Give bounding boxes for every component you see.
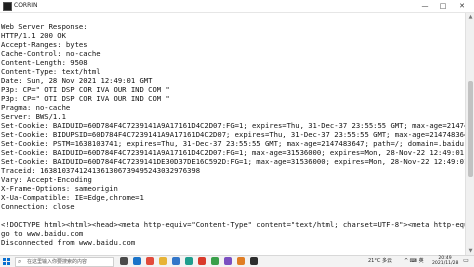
console-line: Set-Cookie: BAIDUID=60D784F4C7239141A9A1… — [1, 148, 465, 157]
app-icon-dark[interactable] — [250, 257, 258, 265]
weather-widget[interactable]: 21°C 多云 — [368, 256, 392, 266]
console-line: go to www.baidu.com — [1, 229, 84, 238]
console-line: Pragma: no-cache — [1, 103, 71, 112]
taskbar: ⌕ 在这里输入你要搜索的内容 21°C 多云 ^ ⌨ 英 20:49 2021/… — [0, 255, 474, 267]
scroll-up-arrow-icon[interactable]: ▲ — [466, 13, 474, 21]
console-line: Server: BWS/1.1 — [1, 112, 66, 121]
system-tray[interactable]: ^ ⌨ 英 — [404, 256, 424, 266]
console-line: Cache-Control: no-cache — [1, 49, 101, 58]
console-app-icon — [3, 2, 12, 11]
chrome-icon[interactable] — [146, 257, 154, 265]
notification-icon[interactable]: ▭ — [462, 257, 470, 265]
edge-icon[interactable] — [133, 257, 141, 265]
console-line: Accept-Ranges: bytes — [1, 40, 88, 49]
console-line: P3p: CP=" OTI DSP COR IVA OUR IND COM " — [1, 94, 170, 103]
task-view-icon[interactable] — [120, 257, 128, 265]
clock-date: 2021/11/28 — [432, 261, 459, 266]
console-line: Date: Sun, 28 Nov 2021 12:49:01 GMT — [1, 76, 153, 85]
console-line: Set-Cookie: BIDUPSID=60D784F4C7239141A9A… — [1, 130, 465, 139]
search-icon: ⌕ — [18, 258, 22, 265]
scrollbar-thumb[interactable] — [468, 80, 473, 177]
console-line: Content-Type: text/html — [1, 67, 101, 76]
console-line: Set-Cookie: BAIDUID=60D784F4C7239141DE30… — [1, 157, 465, 166]
app-icon-red[interactable] — [198, 257, 206, 265]
console-line: HTTP/1.1 200 OK — [1, 31, 66, 40]
windows-start-icon[interactable] — [3, 258, 11, 265]
console-line: Web Server Response: — [1, 22, 88, 31]
console-line: <!DOCTYPE html><html><head><meta http-eq… — [1, 220, 465, 229]
console-line: P3p: CP=" OTI DSP COR IVA OUR IND COM " — [1, 85, 170, 94]
app-icon-green[interactable] — [211, 257, 219, 265]
file-explorer-icon[interactable] — [159, 257, 167, 265]
console-line: Content-Length: 9508 — [1, 58, 88, 67]
console-line: X-Ua-Compatible: IE=Edge,chrome=1 — [1, 193, 144, 202]
console-line: Set-Cookie: BAIDUID=60D784F4C7239141A9A1… — [1, 121, 465, 130]
app-icon-purple[interactable] — [224, 257, 232, 265]
console-line: X-Frame-Options: sameorigin — [1, 184, 118, 193]
window-title: CORRIN — [14, 2, 38, 9]
title-bar: CORRIN — □ ✕ — [0, 0, 474, 13]
console-line: Traceid: 1638103741241361306739495243032… — [1, 166, 201, 175]
minimize-button[interactable]: — — [418, 0, 432, 12]
console-line: Connection: close — [1, 202, 75, 211]
console-line: Vary: Accept-Encoding — [1, 175, 92, 184]
scroll-down-arrow-icon[interactable]: ▼ — [466, 247, 474, 255]
vertical-scrollbar[interactable]: ▲ ▼ — [465, 13, 474, 255]
app-icon-orange[interactable] — [237, 257, 245, 265]
maximize-button[interactable]: □ — [436, 0, 450, 12]
taskbar-clock[interactable]: 20:49 2021/11/28 — [432, 256, 458, 266]
console-line: Set-Cookie: PSTM=1638103741; expires=Thu… — [1, 139, 465, 148]
console-line: Disconnected from www.baidu.com — [1, 238, 136, 247]
console-output[interactable]: Web Server Response: HTTP/1.1 200 OK Accep… — [0, 13, 465, 255]
search-placeholder: 在这里输入你要搜索的内容 — [27, 259, 88, 265]
close-button[interactable]: ✕ — [455, 0, 469, 12]
app-icon-teal[interactable] — [185, 257, 193, 265]
app-icon-blue[interactable] — [172, 257, 180, 265]
